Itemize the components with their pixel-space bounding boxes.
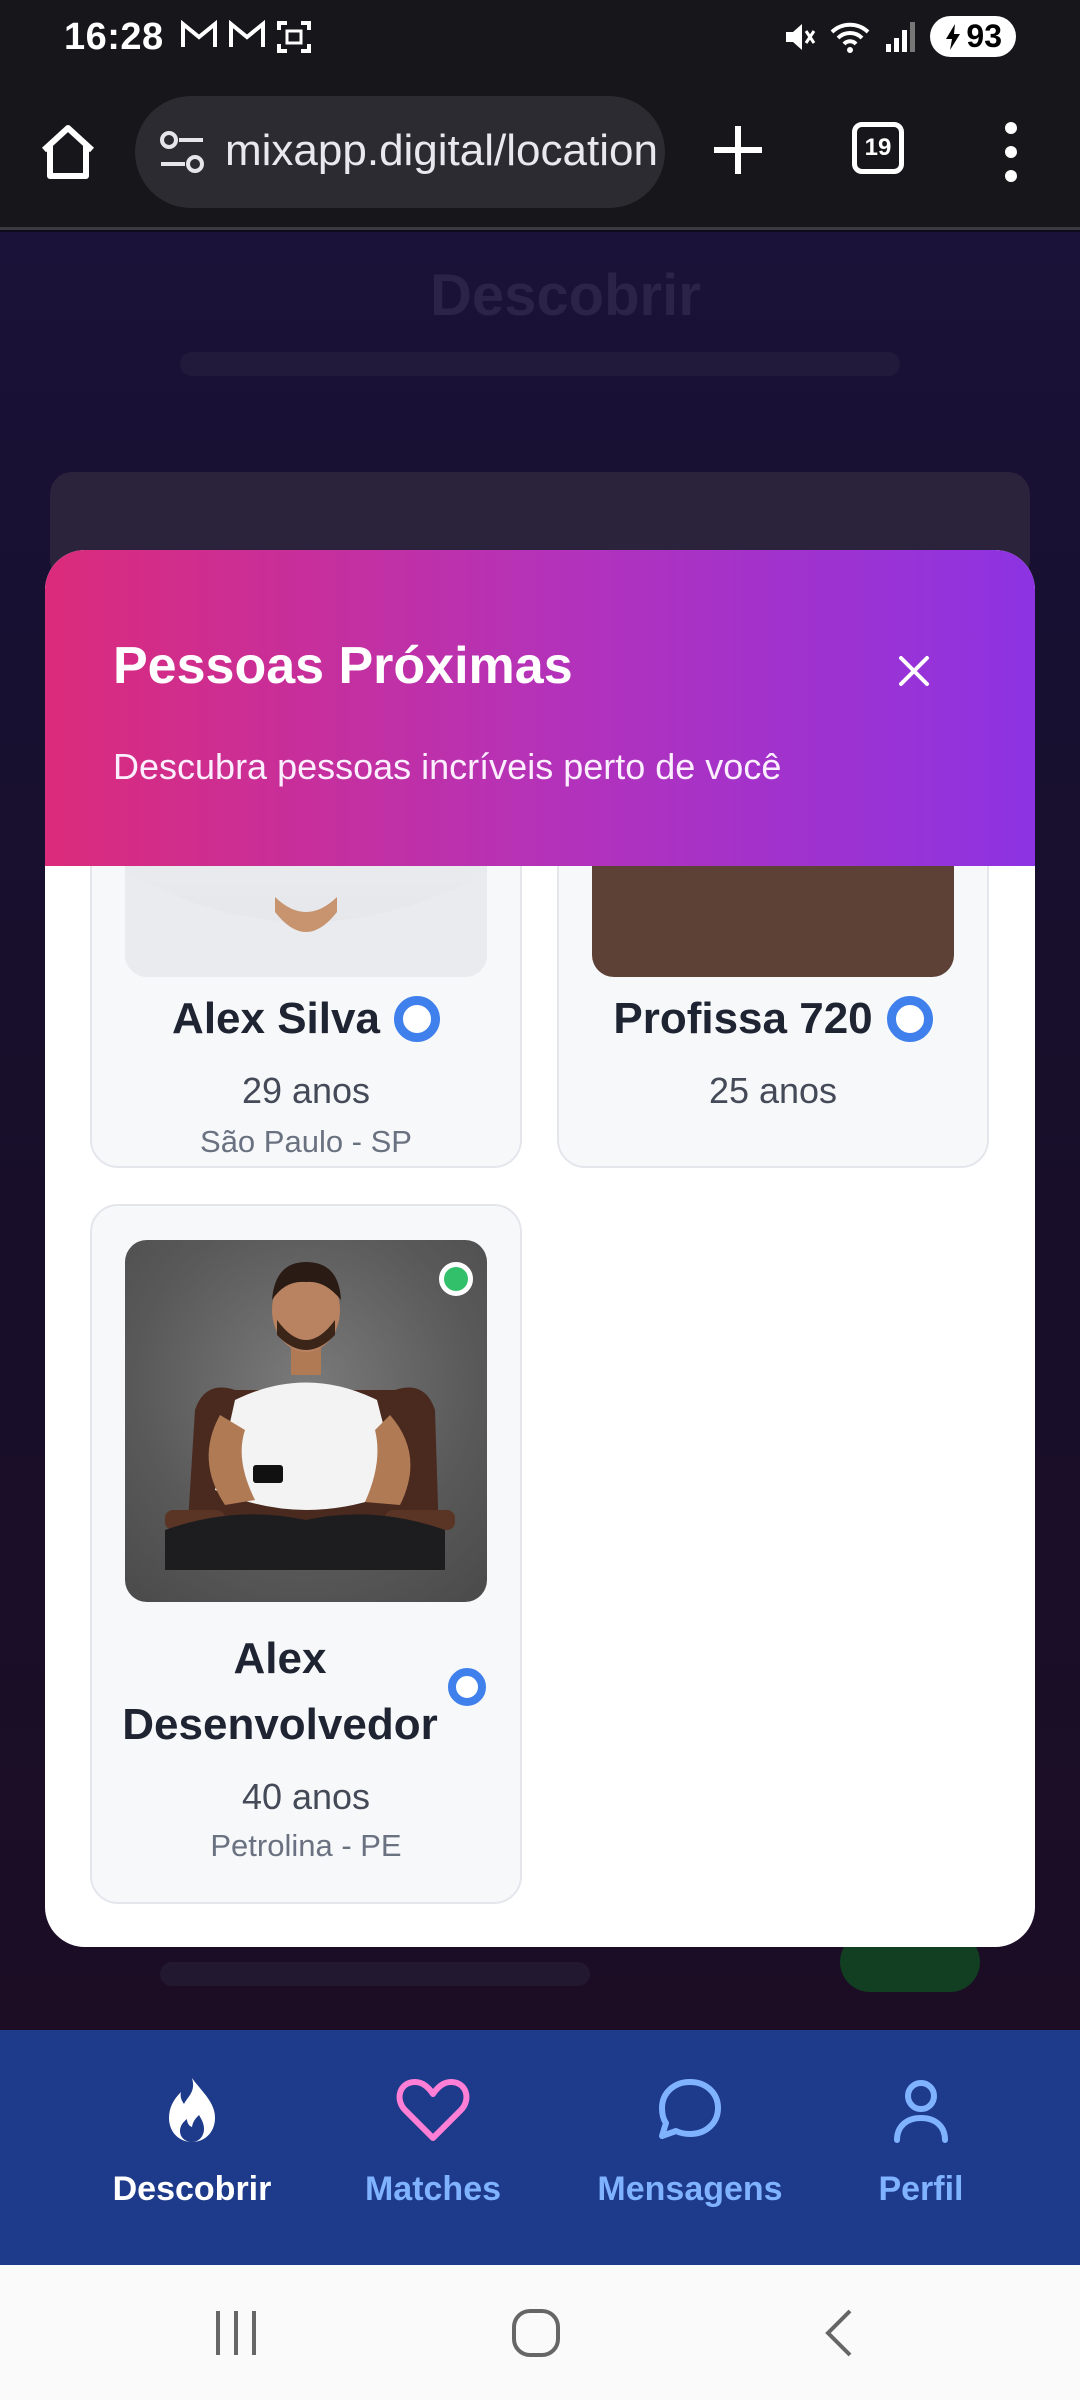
nav-item-matches[interactable]: Matches xyxy=(323,2070,543,2209)
gmail-icon xyxy=(181,20,217,47)
modal-subtitle: Descubra pessoas incríveis perto de você xyxy=(113,746,782,787)
address-bar[interactable]: mixapp.digital/location xyxy=(135,96,665,208)
profile-name: Alex Desenvolvedor xyxy=(122,1634,438,1749)
profile-name: Alex Silva xyxy=(172,994,380,1043)
heart-icon xyxy=(396,2079,470,2141)
profile-city: São Paulo - SP xyxy=(200,1124,412,1159)
verified-badge-icon xyxy=(393,996,440,1042)
bottom-navigation: Descobrir Matches Mensagens Perfil xyxy=(0,2030,1080,2265)
browser-toolbar: mixapp.digital/location 19 xyxy=(0,80,1080,230)
profile-name: Profissa 720 xyxy=(613,994,873,1043)
signal-icon xyxy=(886,21,916,52)
tab-count: 19 xyxy=(864,134,892,161)
background-page-title: Descobrir xyxy=(430,263,701,328)
profile-age: 25 anos xyxy=(708,1070,838,1111)
back-icon[interactable] xyxy=(810,2303,870,2363)
mute-icon xyxy=(786,23,816,50)
close-icon[interactable] xyxy=(889,646,939,696)
nav-label: Descobrir xyxy=(112,2170,272,2208)
profile-name-row: Profissa 720 xyxy=(559,994,987,1044)
profile-photo-image xyxy=(165,1262,455,1570)
charging-icon xyxy=(946,23,961,50)
tab-switcher-button[interactable]: 19 xyxy=(852,122,904,174)
nav-item-mensagens[interactable]: Mensagens xyxy=(580,2070,800,2209)
recent-apps-icon[interactable] xyxy=(206,2303,266,2363)
system-status-icons: 93 xyxy=(782,16,1016,57)
verified-badge-icon xyxy=(886,996,933,1042)
user-icon xyxy=(894,2080,948,2143)
screenshot-icon xyxy=(277,21,311,53)
modal-header: Pessoas Próximas Descubra pessoas incrív… xyxy=(45,550,1035,866)
url-text: mixapp.digital/location xyxy=(225,126,658,175)
nav-label: Perfil xyxy=(878,2170,964,2208)
home-button-icon[interactable] xyxy=(506,2303,566,2363)
site-settings-icon[interactable] xyxy=(157,128,207,176)
nav-item-descobrir[interactable]: Descobrir xyxy=(82,2070,302,2209)
profile-age: 29 anos xyxy=(241,1070,371,1111)
status-bar: 16:28 93 xyxy=(0,0,1080,80)
profile-card[interactable]: Alex Desenvolvedor 40 anos Petrolina - P… xyxy=(90,1204,522,1904)
background-subtitle-placeholder xyxy=(180,352,900,376)
profile-city: Petrolina - PE xyxy=(210,1828,402,1863)
nav-label: Matches xyxy=(364,2170,502,2208)
chat-bubble-icon xyxy=(659,2079,721,2139)
notification-icons xyxy=(180,20,312,54)
profile-photo[interactable] xyxy=(125,1240,487,1602)
profile-name-row: Alex Silva xyxy=(92,994,520,1044)
nearby-people-modal: Pessoas Próximas Descubra pessoas incrív… xyxy=(45,550,1035,1947)
nav-item-perfil[interactable]: Perfil xyxy=(811,2070,1031,2209)
gmail-icon xyxy=(229,20,265,47)
system-navigation-bar xyxy=(0,2265,1080,2400)
status-time: 16:28 xyxy=(64,16,164,58)
home-icon[interactable] xyxy=(36,120,100,184)
wifi-icon xyxy=(831,22,870,53)
battery-level: 93 xyxy=(966,18,1002,54)
new-tab-icon[interactable] xyxy=(708,120,768,180)
battery-indicator: 93 xyxy=(930,16,1016,57)
flame-icon xyxy=(169,2078,215,2142)
modal-title: Pessoas Próximas xyxy=(113,637,573,695)
verified-badge-icon xyxy=(448,1668,486,1706)
profile-age: 40 anos xyxy=(241,1776,371,1817)
online-status-indicator xyxy=(439,1262,473,1296)
nav-label: Mensagens xyxy=(597,2170,783,2208)
background-text-placeholder xyxy=(160,1962,590,1986)
more-vert-icon[interactable] xyxy=(996,120,1026,184)
